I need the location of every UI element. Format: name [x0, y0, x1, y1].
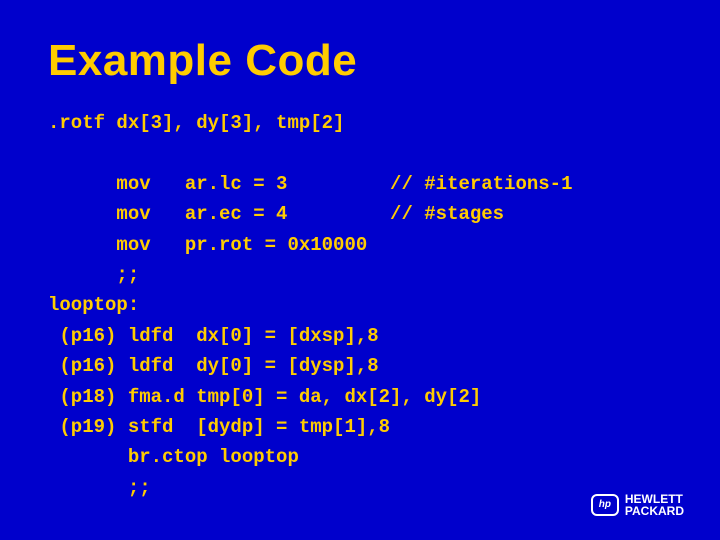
hp-logo-mark: hp	[591, 494, 619, 516]
slide-title: Example Code	[48, 36, 672, 86]
hp-logo-line2: PACKARD	[625, 505, 684, 518]
hp-logo: hp HEWLETT PACKARD	[591, 493, 684, 518]
code-block: .rotf dx[3], dy[3], tmp[2] mov ar.lc = 3…	[48, 108, 672, 503]
